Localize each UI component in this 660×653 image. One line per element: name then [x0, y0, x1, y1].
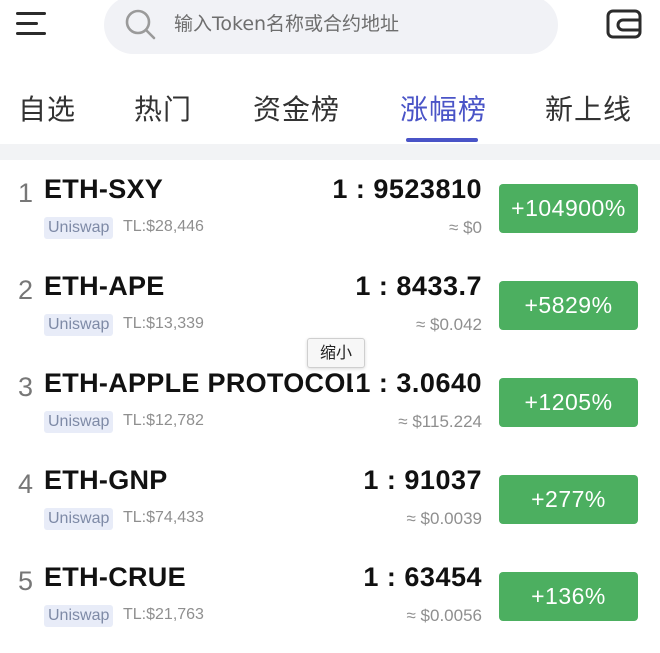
search-bar[interactable]	[104, 0, 558, 54]
pair-name: ETH-GNP	[44, 465, 168, 495]
usd-price: ≈ $115.224	[398, 412, 482, 431]
list-item[interactable]: 4 ETH-GNP Uniswap TL:$74,433 1 : 91037 ≈…	[0, 451, 660, 548]
search-input[interactable]	[174, 6, 534, 42]
dex-badge: Uniswap	[44, 411, 114, 433]
usd-price: ≈ $0.0039	[406, 509, 482, 528]
list-item[interactable]: 5 ETH-CRUE Uniswap TL:$21,763 1 : 63454 …	[0, 548, 660, 645]
tab-new-listings[interactable]: 新上线	[545, 88, 632, 128]
total-liquidity: TL:$12,782	[123, 412, 204, 429]
wallet-icon[interactable]	[606, 8, 642, 40]
usd-price: ≈ $0.0056	[406, 606, 482, 625]
rank-number: 3	[18, 372, 34, 402]
change-badge[interactable]: +5829%	[499, 281, 638, 330]
search-icon	[125, 9, 156, 40]
change-badge[interactable]: +1205%	[499, 378, 638, 427]
dex-badge: Uniswap	[44, 508, 114, 530]
pair-name: ETH-CRUE	[44, 562, 186, 592]
pair-name: ETH-APPLE PROTOCOL	[44, 368, 363, 398]
usd-price: ≈ $0.042	[415, 315, 482, 334]
active-tab-indicator	[406, 138, 478, 142]
price-ratio: 1 : 8433.7	[353, 271, 482, 302]
top-bar	[0, 0, 660, 62]
total-liquidity: TL:$21,763	[123, 606, 204, 623]
dex-badge: Uniswap	[44, 217, 114, 239]
pair-name: ETH-SXY	[44, 174, 164, 204]
rank-number: 5	[18, 566, 34, 596]
change-badge[interactable]: +277%	[499, 475, 638, 524]
change-badge[interactable]: +104900%	[499, 184, 638, 233]
total-liquidity: TL:$28,446	[123, 218, 204, 235]
price-ratio: 1 : 3.0640	[353, 368, 482, 399]
tab-favorites[interactable]: 自选	[18, 88, 76, 128]
usd-price: ≈ $0	[449, 218, 482, 237]
list-item[interactable]: 1 ETH-SXY Uniswap TL:$28,446 1 : 9523810…	[0, 160, 660, 257]
tab-gainers[interactable]: 涨幅榜	[400, 88, 487, 128]
rank-number: 1	[18, 178, 34, 208]
price-ratio: 1 : 63454	[361, 562, 482, 593]
category-tabs: 自选 热门 资金榜 涨幅榜 新上线	[0, 70, 660, 144]
rank-number: 4	[18, 469, 34, 499]
tab-funding[interactable]: 资金榜	[253, 88, 340, 128]
total-liquidity: TL:$13,339	[123, 315, 204, 332]
price-ratio: 1 : 9523810	[330, 174, 482, 205]
total-liquidity: TL:$74,433	[123, 509, 204, 526]
price-ratio: 1 : 91037	[361, 465, 482, 496]
menu-icon[interactable]	[14, 8, 48, 38]
dex-badge: Uniswap	[44, 314, 114, 336]
section-divider	[0, 144, 660, 160]
change-badge[interactable]: +136%	[499, 572, 638, 621]
list-item[interactable]: 3 ETH-APPLE PROTOCOL Uniswap TL:$12,782 …	[0, 354, 660, 451]
zoom-out-tooltip: 缩小	[307, 338, 365, 368]
rank-number: 2	[18, 275, 34, 305]
tab-hot[interactable]: 热门	[134, 88, 192, 128]
pair-name: ETH-APE	[44, 271, 165, 301]
dex-badge: Uniswap	[44, 605, 114, 627]
